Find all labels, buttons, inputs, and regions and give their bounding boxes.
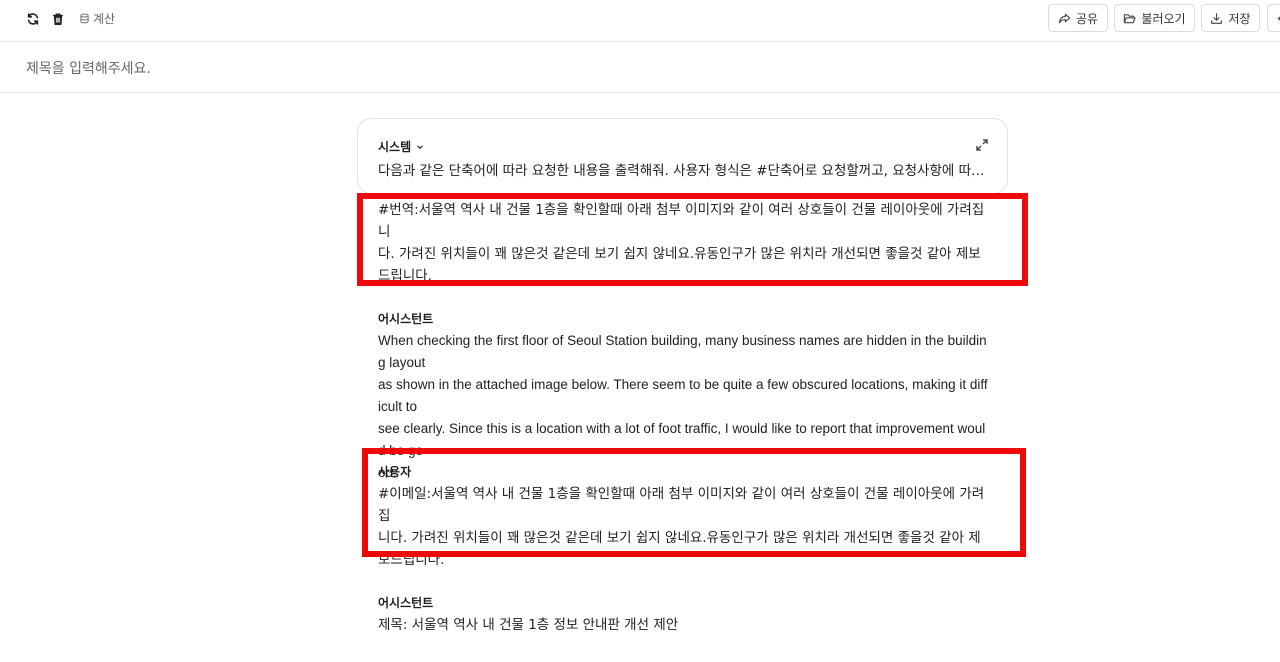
- load-button[interactable]: 불러오기: [1114, 4, 1195, 32]
- system-role-selector[interactable]: 시스템: [378, 138, 425, 155]
- load-label: 불러오기: [1141, 11, 1186, 26]
- prev-button[interactable]: [1267, 4, 1280, 32]
- system-prompt-text: 다음과 같은 단축어에 따라 요청한 내용을 출력해줘. 사용자 형식은 #단축…: [378, 163, 988, 179]
- message-user-translate[interactable]: #번역:서울역 역사 내 건물 1층을 확인할때 아래 첨부 이미지와 같이 여…: [378, 199, 990, 287]
- calc-label: 계산: [93, 12, 116, 26]
- system-prompt-card[interactable]: 시스템 다음과 같은 단축어에 따라 요청한 내용을 출력해줘. 사용자 형식은…: [357, 118, 1008, 194]
- share-button[interactable]: 공유: [1048, 4, 1108, 32]
- message-role-label: 사용자: [378, 465, 412, 479]
- download-icon: [1211, 12, 1223, 24]
- title-bar: 제목을 입력해주세요.: [0, 42, 1280, 93]
- refresh-icon[interactable]: [25, 11, 41, 27]
- system-role-label: 시스템: [378, 140, 412, 154]
- message-assistant[interactable]: 어시스턴트 제목: 서울역 역사 내 건물 1층 정보 안내판 개선 제안: [378, 592, 990, 636]
- chevron-down-icon: [417, 144, 424, 149]
- calc-button[interactable]: 계산: [79, 10, 115, 27]
- message-text: #이메일:서울역 역사 내 건물 1층을 확인할때 아래 첨부 이미지와 같이 …: [378, 486, 985, 568]
- share-label: 공유: [1075, 11, 1099, 26]
- chevron-left-icon: [1277, 15, 1280, 21]
- top-toolbar: 계산 공유 불러오기 저장: [0, 0, 1280, 42]
- share-icon: [1058, 13, 1071, 23]
- trash-icon[interactable]: [50, 11, 66, 27]
- message-user-email[interactable]: 사용자 #이메일:서울역 역사 내 건물 1층을 확인할때 아래 첨부 이미지와…: [378, 461, 990, 571]
- database-icon: [80, 13, 89, 24]
- save-label: 저장: [1228, 11, 1251, 26]
- message-role-label: 어시스턴트: [378, 596, 434, 610]
- message-text: #번역:서울역 역사 내 건물 1층을 확인할때 아래 첨부 이미지와 같이 여…: [378, 202, 985, 284]
- message-text: 제목: 서울역 역사 내 건물 1층 정보 안내판 개선 제안: [378, 617, 679, 633]
- message-assistant[interactable]: 어시스턴트 When checking the first floor of S…: [378, 308, 990, 484]
- title-input[interactable]: 제목을 입력해주세요.: [26, 58, 151, 78]
- save-button[interactable]: 저장: [1201, 4, 1260, 32]
- folder-open-icon: [1124, 13, 1137, 23]
- message-role-label: 어시스턴트: [378, 312, 434, 326]
- expand-icon[interactable]: [975, 138, 989, 152]
